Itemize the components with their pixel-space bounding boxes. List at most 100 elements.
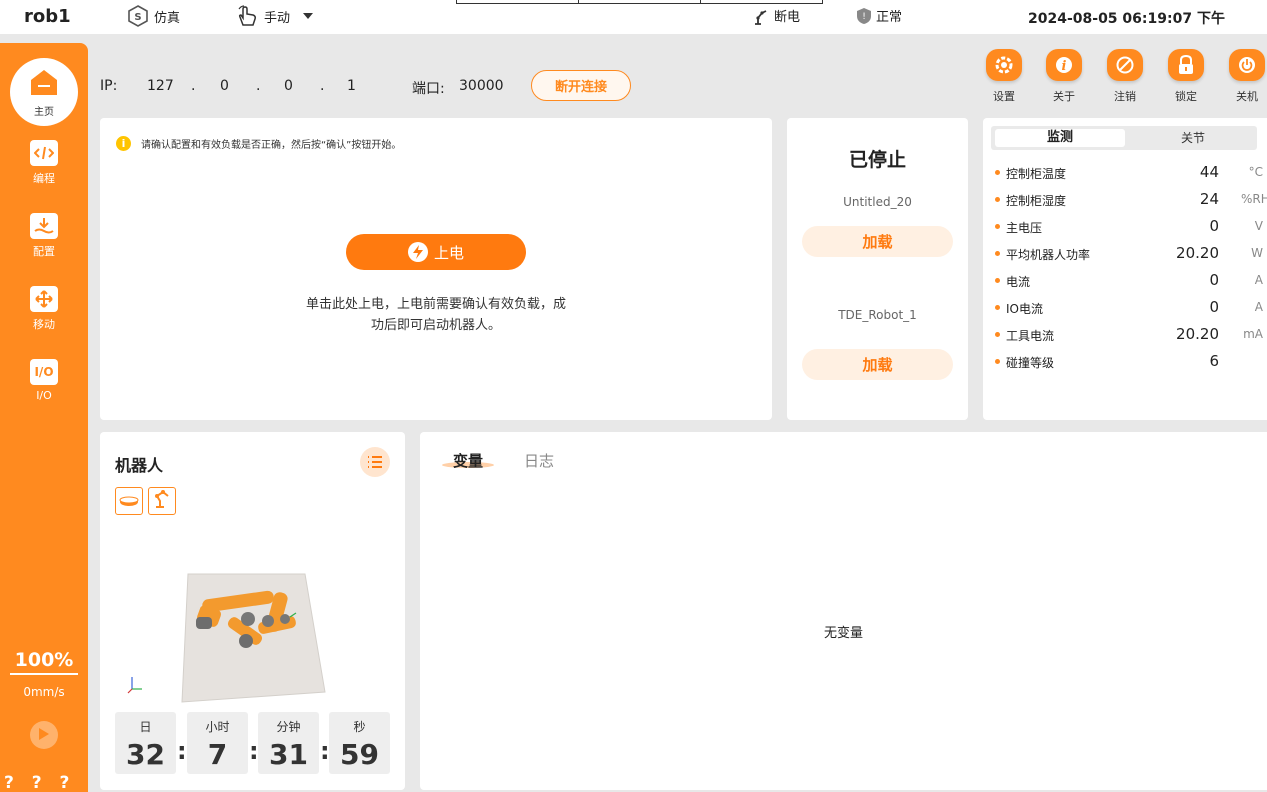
svg-text:!: ! bbox=[862, 12, 866, 22]
sim-mode-toggle[interactable]: S 仿真 bbox=[126, 5, 180, 27]
io-icon: I/O bbox=[30, 359, 58, 385]
load-robot-button[interactable]: 加载 bbox=[802, 349, 953, 380]
sidebar-item-move[interactable]: 移动 bbox=[0, 286, 88, 332]
tab-joints[interactable]: 关节 bbox=[1133, 129, 1253, 147]
config-notice: i 请确认配置和有效负载是否正确，然后按“确认”按钮开始。 bbox=[116, 136, 401, 151]
monitor-row: 平均机器人功率 20.20 W bbox=[995, 244, 1263, 262]
safety-status: ! 正常 bbox=[856, 6, 902, 25]
program-name: Untitled_20 bbox=[843, 195, 912, 209]
ip-dot: . bbox=[320, 78, 325, 94]
svg-text:S: S bbox=[134, 12, 141, 23]
robot-arm-icon bbox=[752, 7, 770, 25]
code-icon bbox=[30, 140, 58, 166]
tab-variables[interactable]: 变量 bbox=[453, 450, 483, 471]
arm-view-button[interactable] bbox=[148, 487, 176, 515]
robot-card-title: 机器人 bbox=[115, 456, 164, 475]
robot-model-name: TDE_Robot_1 bbox=[838, 308, 917, 322]
power-status-label: 断电 bbox=[774, 10, 801, 25]
runtime-minutes: 分钟 31 bbox=[258, 712, 319, 774]
info-icon: i bbox=[1046, 49, 1082, 81]
sidebar-item-label: 移动 bbox=[33, 318, 55, 331]
disconnect-button[interactable]: 断开连接 bbox=[531, 70, 631, 101]
ip-octet: 1 bbox=[347, 78, 356, 94]
robot-3d-view[interactable] bbox=[120, 567, 350, 707]
sidebar-item-label: 配置 bbox=[33, 245, 55, 258]
power-on-label: 上电 bbox=[433, 243, 464, 262]
manual-mode-label: 手动 bbox=[264, 10, 291, 26]
ip-octet: 127 bbox=[147, 78, 174, 94]
shield-icon: ! bbox=[856, 7, 872, 25]
top-segment-strip bbox=[456, 0, 823, 4]
sidebar-item-label: 编程 bbox=[33, 172, 55, 185]
settings-icon bbox=[986, 49, 1022, 81]
lightning-icon bbox=[407, 242, 428, 262]
list-icon bbox=[367, 453, 383, 472]
move-arrows-icon bbox=[30, 286, 58, 312]
ip-dot: . bbox=[191, 78, 196, 94]
monitor-row: IO电流 0 A bbox=[995, 298, 1263, 316]
power-hint-line: 单击此处上电，上电前需要确认有效负载，成 bbox=[305, 297, 566, 312]
variables-card: 变量 日志 无变量 bbox=[420, 432, 1267, 790]
speed-percent[interactable]: 100% bbox=[10, 649, 78, 675]
ip-dot: . bbox=[256, 78, 261, 94]
tab-monitor[interactable]: 监测 bbox=[995, 129, 1125, 147]
action-label: 关于 bbox=[1053, 90, 1075, 103]
speed-mm-per-s: 0mm/s bbox=[23, 685, 65, 699]
monitor-tabs: 监测 关节 bbox=[991, 126, 1257, 150]
runtime-hours: 小时 7 bbox=[187, 712, 248, 774]
ip-octet: 0 bbox=[284, 78, 293, 94]
sidebar-item-label: 主页 bbox=[34, 106, 54, 118]
sidebar-item-label: I/O bbox=[36, 389, 52, 402]
datetime: 2024-08-05 06:19:07 下午 bbox=[1028, 11, 1225, 27]
power-icon bbox=[1229, 49, 1265, 81]
power-status: 断电 bbox=[752, 6, 800, 25]
base-plate-icon bbox=[119, 492, 139, 511]
home-icon bbox=[28, 67, 60, 101]
lock-button[interactable]: 锁定 bbox=[1164, 49, 1208, 104]
action-label: 设置 bbox=[993, 90, 1015, 103]
sidebar-item-program[interactable]: 编程 bbox=[0, 140, 88, 186]
program-status: 已停止 bbox=[848, 149, 906, 171]
notice-text: 请确认配置和有效负载是否正确，然后按“确认”按钮开始。 bbox=[141, 140, 402, 151]
chevron-down-icon bbox=[302, 9, 314, 24]
sidebar-item-io[interactable]: I/O I/O bbox=[0, 359, 88, 402]
robot-arm-icon bbox=[152, 489, 172, 513]
port-value: 30000 bbox=[459, 78, 504, 94]
monitor-card: 监测 关节 控制柜温度 44 °C 控制柜湿度 24 %RH 主电压 0 V 平均机器人功率… bbox=[983, 118, 1267, 420]
s-sim-icon: S bbox=[126, 5, 150, 27]
base-view-button[interactable] bbox=[115, 487, 143, 515]
robot-card: 机器人 日 32: 小时 7: 分钟 31: 秒 59 bbox=[100, 432, 405, 790]
axis-gizmo bbox=[127, 677, 142, 694]
load-program-button[interactable]: 加载 bbox=[802, 226, 953, 257]
logout-button[interactable]: 注销 bbox=[1103, 49, 1147, 104]
hand-icon bbox=[236, 5, 260, 27]
sim-mode-label: 仿真 bbox=[154, 10, 181, 26]
logout-icon bbox=[1107, 49, 1143, 81]
runtime-days: 日 32 bbox=[115, 712, 176, 774]
robot-name: rob1 bbox=[24, 6, 71, 27]
about-button[interactable]: i 关于 bbox=[1042, 49, 1086, 104]
missing-glyphs: ? ? ? ? bbox=[4, 773, 76, 792]
robot-menu-button[interactable] bbox=[360, 447, 390, 477]
port-label: 端口: bbox=[412, 81, 445, 97]
config-download-icon bbox=[30, 213, 58, 239]
monitor-row: 工具电流 20.20 mA bbox=[995, 325, 1263, 343]
empty-variables-text: 无变量 bbox=[823, 626, 863, 641]
power-hint-line: 功后即可启动机器人。 bbox=[370, 318, 501, 333]
monitor-row: 碰撞等级 6 bbox=[995, 352, 1263, 370]
power-on-button[interactable]: 上电 bbox=[346, 234, 526, 270]
sidebar-item-config[interactable]: 配置 bbox=[0, 213, 88, 259]
play-button[interactable] bbox=[30, 721, 58, 749]
tab-log[interactable]: 日志 bbox=[524, 450, 554, 471]
settings-button[interactable]: 设置 bbox=[982, 49, 1026, 104]
ip-label: IP: bbox=[100, 78, 118, 94]
action-label: 注销 bbox=[1114, 90, 1136, 103]
play-icon bbox=[38, 726, 50, 745]
monitor-row: 主电压 0 V bbox=[995, 217, 1263, 235]
program-card: 已停止 Untitled_20 加载 TDE_Robot_1 加载 bbox=[787, 118, 968, 420]
manual-mode-dropdown[interactable]: 手动 bbox=[236, 5, 314, 27]
shutdown-button[interactable]: 关机 bbox=[1225, 49, 1267, 104]
sidebar-item-home[interactable]: 主页 bbox=[10, 58, 78, 126]
action-label: 关机 bbox=[1236, 90, 1258, 103]
power-hint: 单击此处上电，上电前需要确认有效负载，成 功后即可启动机器人。 bbox=[286, 294, 586, 336]
